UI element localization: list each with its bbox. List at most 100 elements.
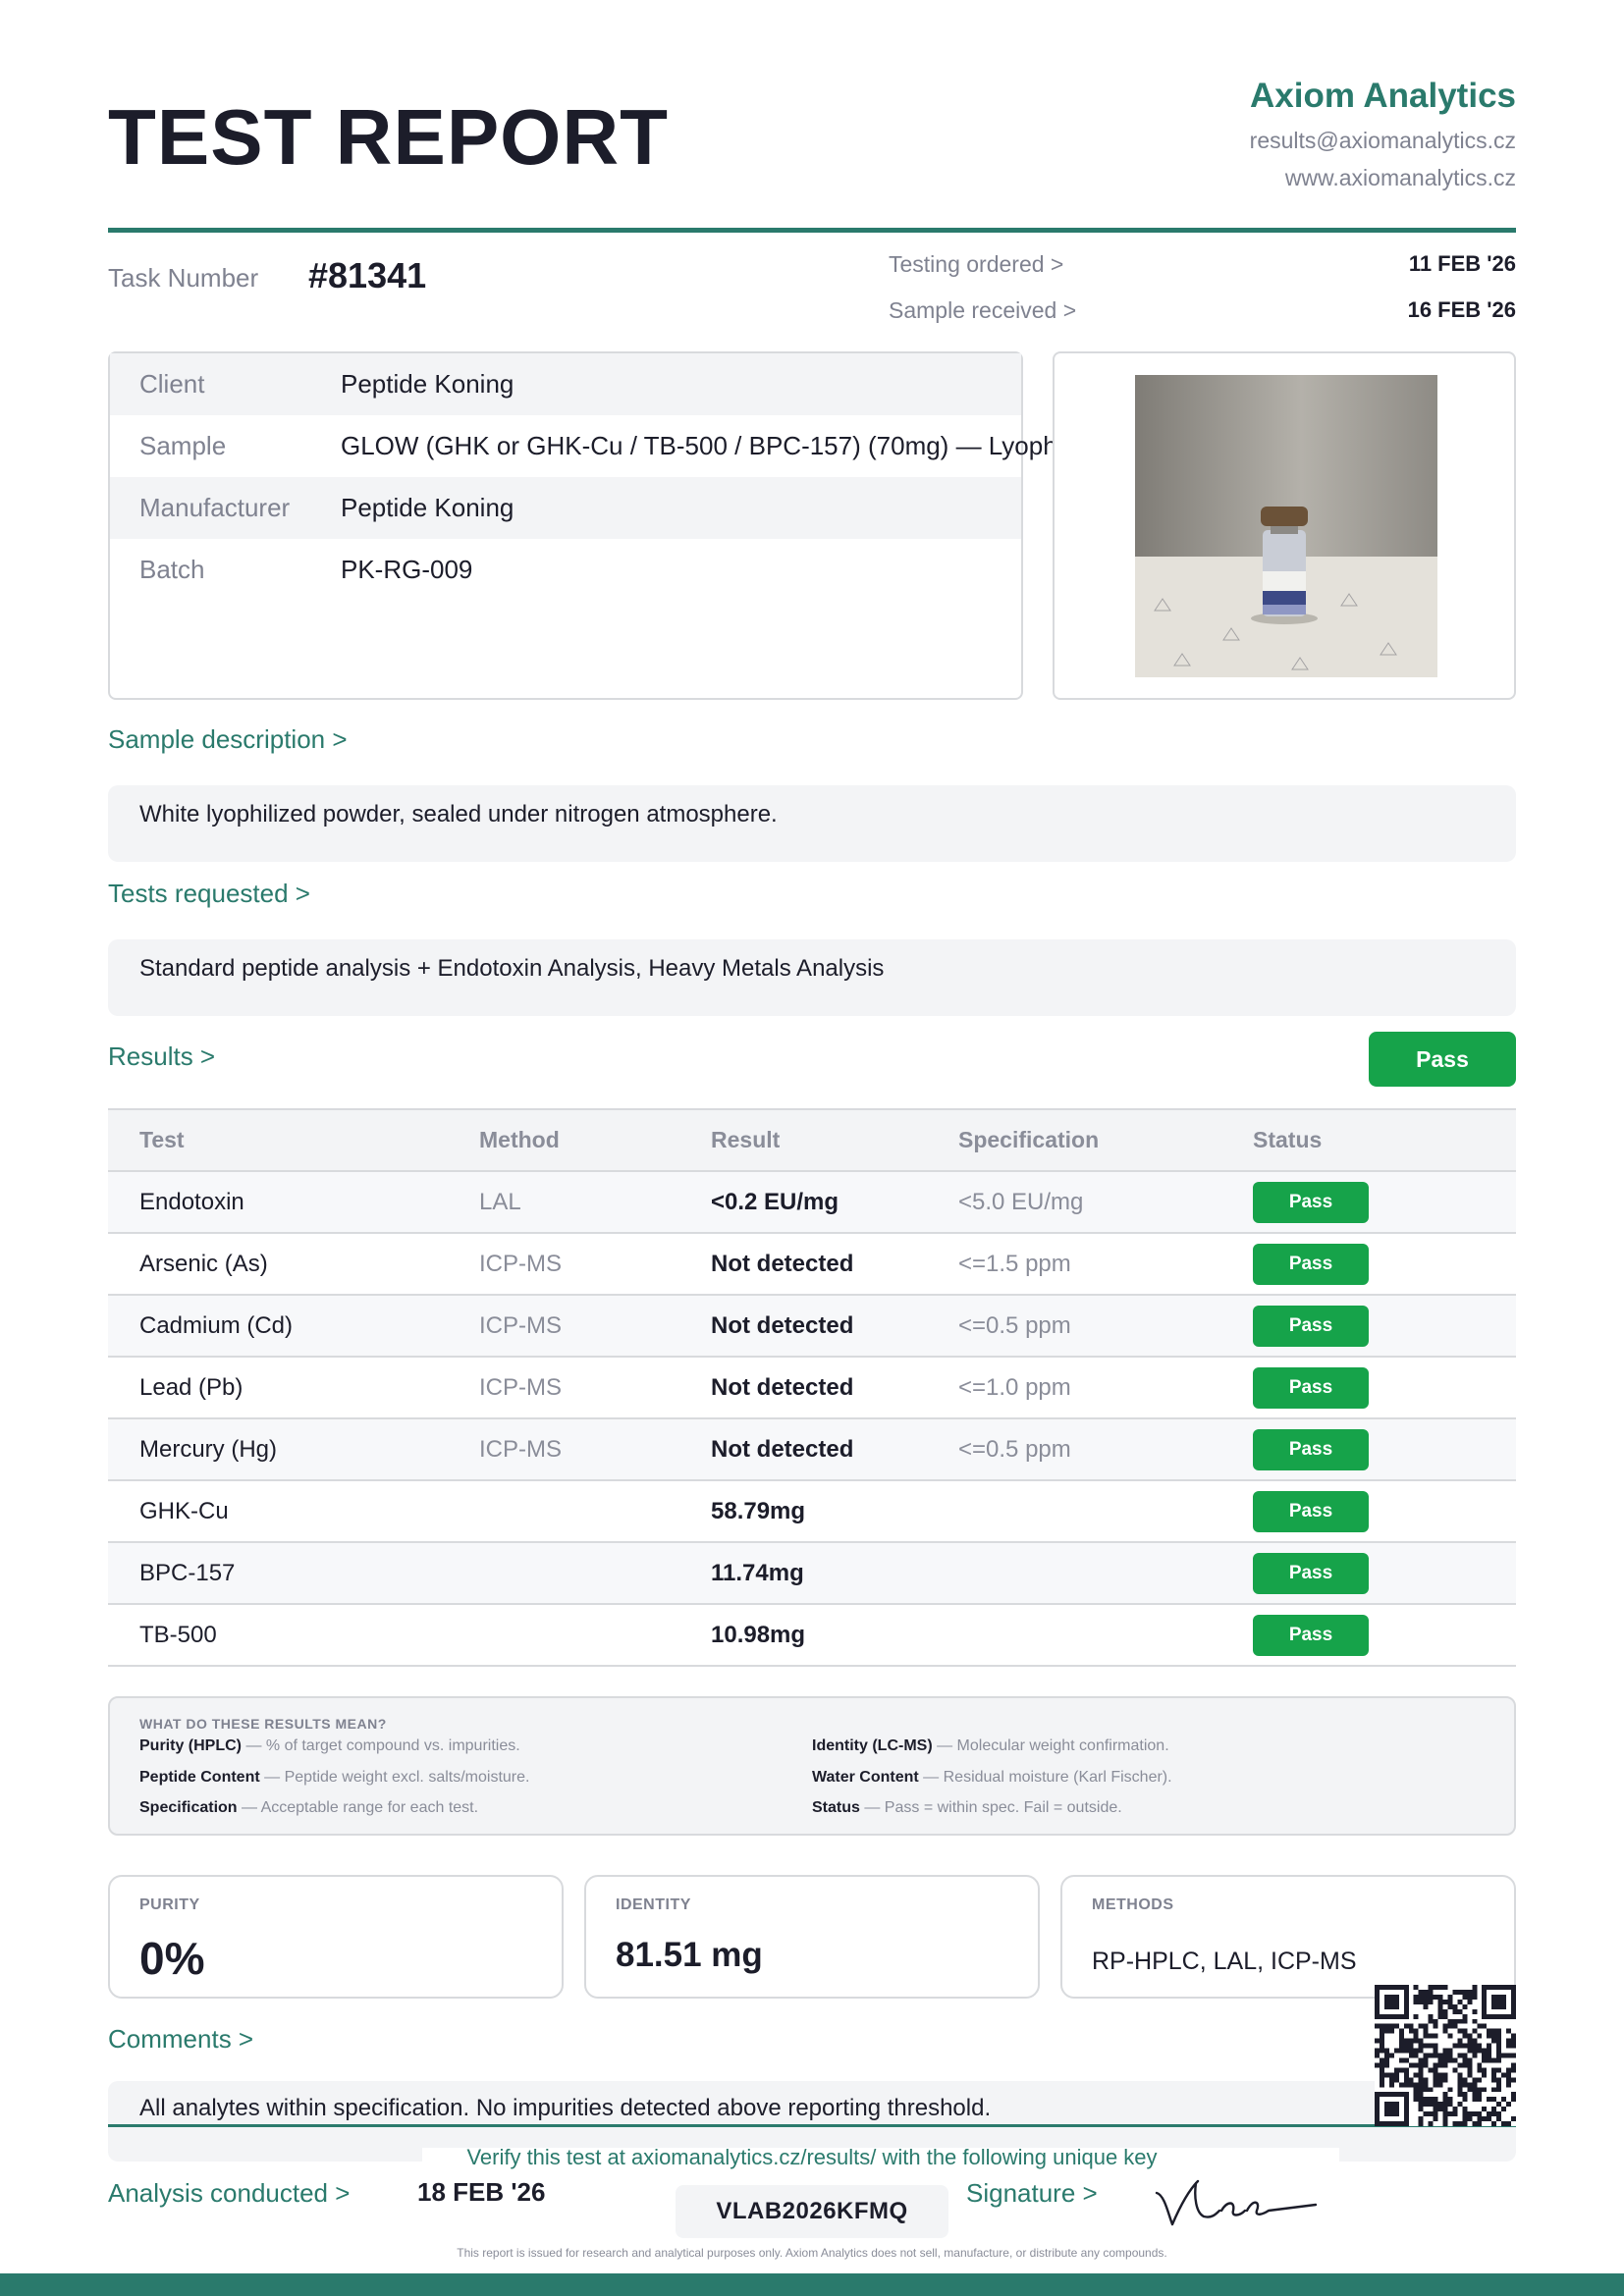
task-number: #81341	[308, 255, 427, 295]
purity-card: PURITY 0%	[108, 1875, 564, 1999]
results-table: Test Method Result Specification Status …	[108, 1108, 1516, 1667]
info-value: PK-RG-009	[341, 555, 473, 584]
analysis-conducted-date: 18 FEB '26	[417, 2177, 546, 2207]
info-value: GLOW (GHK or GHK-Cu / TB-500 / BPC-157) …	[341, 431, 1172, 460]
legend-term: Peptide Content	[139, 1769, 260, 1786]
sample-info-box: Client Peptide Koning Sample GLOW (GHK o…	[108, 351, 1172, 700]
cell-method: ICP-MS	[479, 1312, 562, 1339]
legend-term: Specification	[139, 1799, 238, 1816]
table-row: TB-500 10.98mg Pass	[108, 1605, 1516, 1667]
cell-test: Cadmium (Cd)	[139, 1312, 294, 1339]
vial-illustration	[1135, 375, 1437, 677]
legend-desc: — Pass = within spec. Fail = outside.	[859, 1799, 1122, 1816]
sample-received-date: 16 FEB '26	[1407, 297, 1516, 322]
info-row-manufacturer: Manufacturer Peptide Koning	[110, 477, 1021, 539]
legend-item: Peptide Content — Peptide weight excl. s…	[139, 1769, 529, 1787]
legend-term: Water Content	[812, 1769, 919, 1786]
legend-item: Specification — Acceptable range for eac…	[139, 1799, 478, 1817]
results-heading[interactable]: Results >	[108, 1041, 215, 1072]
table-row: Arsenic (As) ICP-MS Not detected <=1.5 p…	[108, 1234, 1516, 1296]
table-row: GHK-Cu 58.79mg Pass	[108, 1481, 1516, 1543]
cell-result: 10.98mg	[711, 1622, 806, 1648]
footer-divider	[108, 2124, 1516, 2127]
cell-method: LAL	[479, 1189, 521, 1215]
legend-item: Identity (LC-MS) — Molecular weight conf…	[812, 1737, 1169, 1755]
methods-value: RP-HPLC, LAL, ICP-MS	[1092, 1948, 1357, 1975]
cell-specification: <5.0 EU/mg	[958, 1189, 1084, 1215]
cell-test: Mercury (Hg)	[139, 1436, 278, 1463]
sample-description-text: White lyophilized powder, sealed under n…	[139, 801, 778, 828]
legend-item: Status — Pass = within spec. Fail = outs…	[812, 1799, 1122, 1817]
info-row-sample: Sample GLOW (GHK or GHK-Cu / TB-500 / BP…	[110, 415, 1172, 477]
column-header-method: Method	[479, 1127, 560, 1152]
sample-received-label: Sample received >	[889, 297, 1077, 323]
comments-text: All analytes within specification. No im…	[139, 2095, 992, 2121]
cell-test: TB-500	[139, 1622, 217, 1648]
results-table-header: Test Method Result Specification Status	[108, 1110, 1516, 1172]
status-badge: Pass	[1253, 1615, 1369, 1656]
legend-item: Purity (HPLC) — % of target compound vs.…	[139, 1737, 520, 1755]
table-row: BPC-157 11.74mg Pass	[108, 1543, 1516, 1605]
column-header-status: Status	[1253, 1127, 1323, 1152]
overall-status-badge: Pass	[1369, 1032, 1516, 1087]
cell-result: Not detected	[711, 1312, 854, 1339]
sample-description-panel: White lyophilized powder, sealed under n…	[108, 785, 1516, 862]
header-divider	[108, 228, 1516, 233]
verify-instructions: Verify this test at axiomanalytics.cz/re…	[466, 2145, 1158, 2169]
cell-result: Not detected	[711, 1251, 854, 1277]
testing-ordered-label: Testing ordered >	[889, 251, 1064, 277]
company-email[interactable]: results@axiomanalytics.cz	[1250, 128, 1516, 154]
legend-desc: — Residual moisture (Karl Fischer).	[918, 1769, 1172, 1786]
column-header-result: Result	[711, 1127, 781, 1152]
status-badge: Pass	[1253, 1367, 1369, 1409]
cell-specification: <=0.5 ppm	[958, 1436, 1071, 1463]
legend-desc: — Peptide weight excl. salts/moisture.	[259, 1769, 530, 1786]
column-header-specification: Specification	[958, 1127, 1100, 1152]
testing-ordered-date: 11 FEB '26	[1408, 251, 1516, 276]
cell-test: Lead (Pb)	[139, 1374, 244, 1401]
status-badge: Pass	[1253, 1429, 1369, 1470]
info-value: Peptide Koning	[341, 493, 514, 522]
tests-requested-heading[interactable]: Tests requested >	[108, 879, 310, 909]
info-row-client: Client Peptide Koning	[110, 353, 1021, 415]
cell-result: <0.2 EU/mg	[711, 1189, 839, 1215]
sample-description-heading[interactable]: Sample description >	[108, 724, 348, 755]
status-badge: Pass	[1253, 1553, 1369, 1594]
tests-requested-text: Standard peptide analysis + Endotoxin An…	[139, 955, 885, 982]
cell-test: Arsenic (As)	[139, 1251, 268, 1277]
task-number-label: Task Number	[108, 263, 259, 293]
comments-heading[interactable]: Comments >	[108, 2024, 253, 2055]
methods-card: METHODS RP-HPLC, LAL, ICP-MS	[1060, 1875, 1516, 1999]
sample-photo-box	[1053, 351, 1516, 700]
info-value: Peptide Koning	[341, 369, 514, 399]
info-label: Batch	[139, 555, 205, 584]
info-label: Client	[139, 369, 205, 399]
legend-desc: — Molecular weight confirmation.	[932, 1737, 1169, 1754]
info-label: Manufacturer	[139, 493, 291, 522]
table-row: Lead (Pb) ICP-MS Not detected <=1.0 ppm …	[108, 1358, 1516, 1419]
cell-specification: <=0.5 ppm	[958, 1312, 1071, 1339]
unique-key[interactable]: VLAB2026KFMQ	[676, 2185, 948, 2238]
signature-label: Signature >	[966, 2178, 1098, 2208]
legend-desc: — Acceptable range for each test.	[237, 1799, 479, 1816]
status-badge: Pass	[1253, 1306, 1369, 1347]
bottom-accent-bar	[0, 2273, 1624, 2296]
cell-specification: <=1.0 ppm	[958, 1374, 1071, 1401]
report-title: TEST REPORT	[108, 93, 670, 181]
legend-term: Identity (LC-MS)	[812, 1737, 933, 1754]
methods-label: METHODS	[1092, 1896, 1174, 1913]
purity-label: PURITY	[139, 1896, 200, 1913]
cell-test: GHK-Cu	[139, 1498, 229, 1524]
table-row: Endotoxin LAL <0.2 EU/mg <5.0 EU/mg Pass	[108, 1172, 1516, 1234]
legend-term: Purity (HPLC)	[139, 1737, 242, 1754]
legend-title: WHAT DO THESE RESULTS MEAN?	[139, 1716, 387, 1732]
cell-test: Endotoxin	[139, 1189, 244, 1215]
company-name: Axiom Analytics	[1249, 77, 1516, 115]
disclaimer-text: This report is issued for research and a…	[457, 2246, 1167, 2260]
company-website[interactable]: www.axiomanalytics.cz	[1285, 165, 1516, 191]
qr-code-icon[interactable]	[1375, 1985, 1516, 2126]
cell-specification: <=1.5 ppm	[958, 1251, 1071, 1277]
analysis-conducted-label: Analysis conducted >	[108, 2178, 351, 2208]
sample-vial-photo	[1135, 375, 1437, 677]
cell-test: BPC-157	[139, 1560, 236, 1586]
